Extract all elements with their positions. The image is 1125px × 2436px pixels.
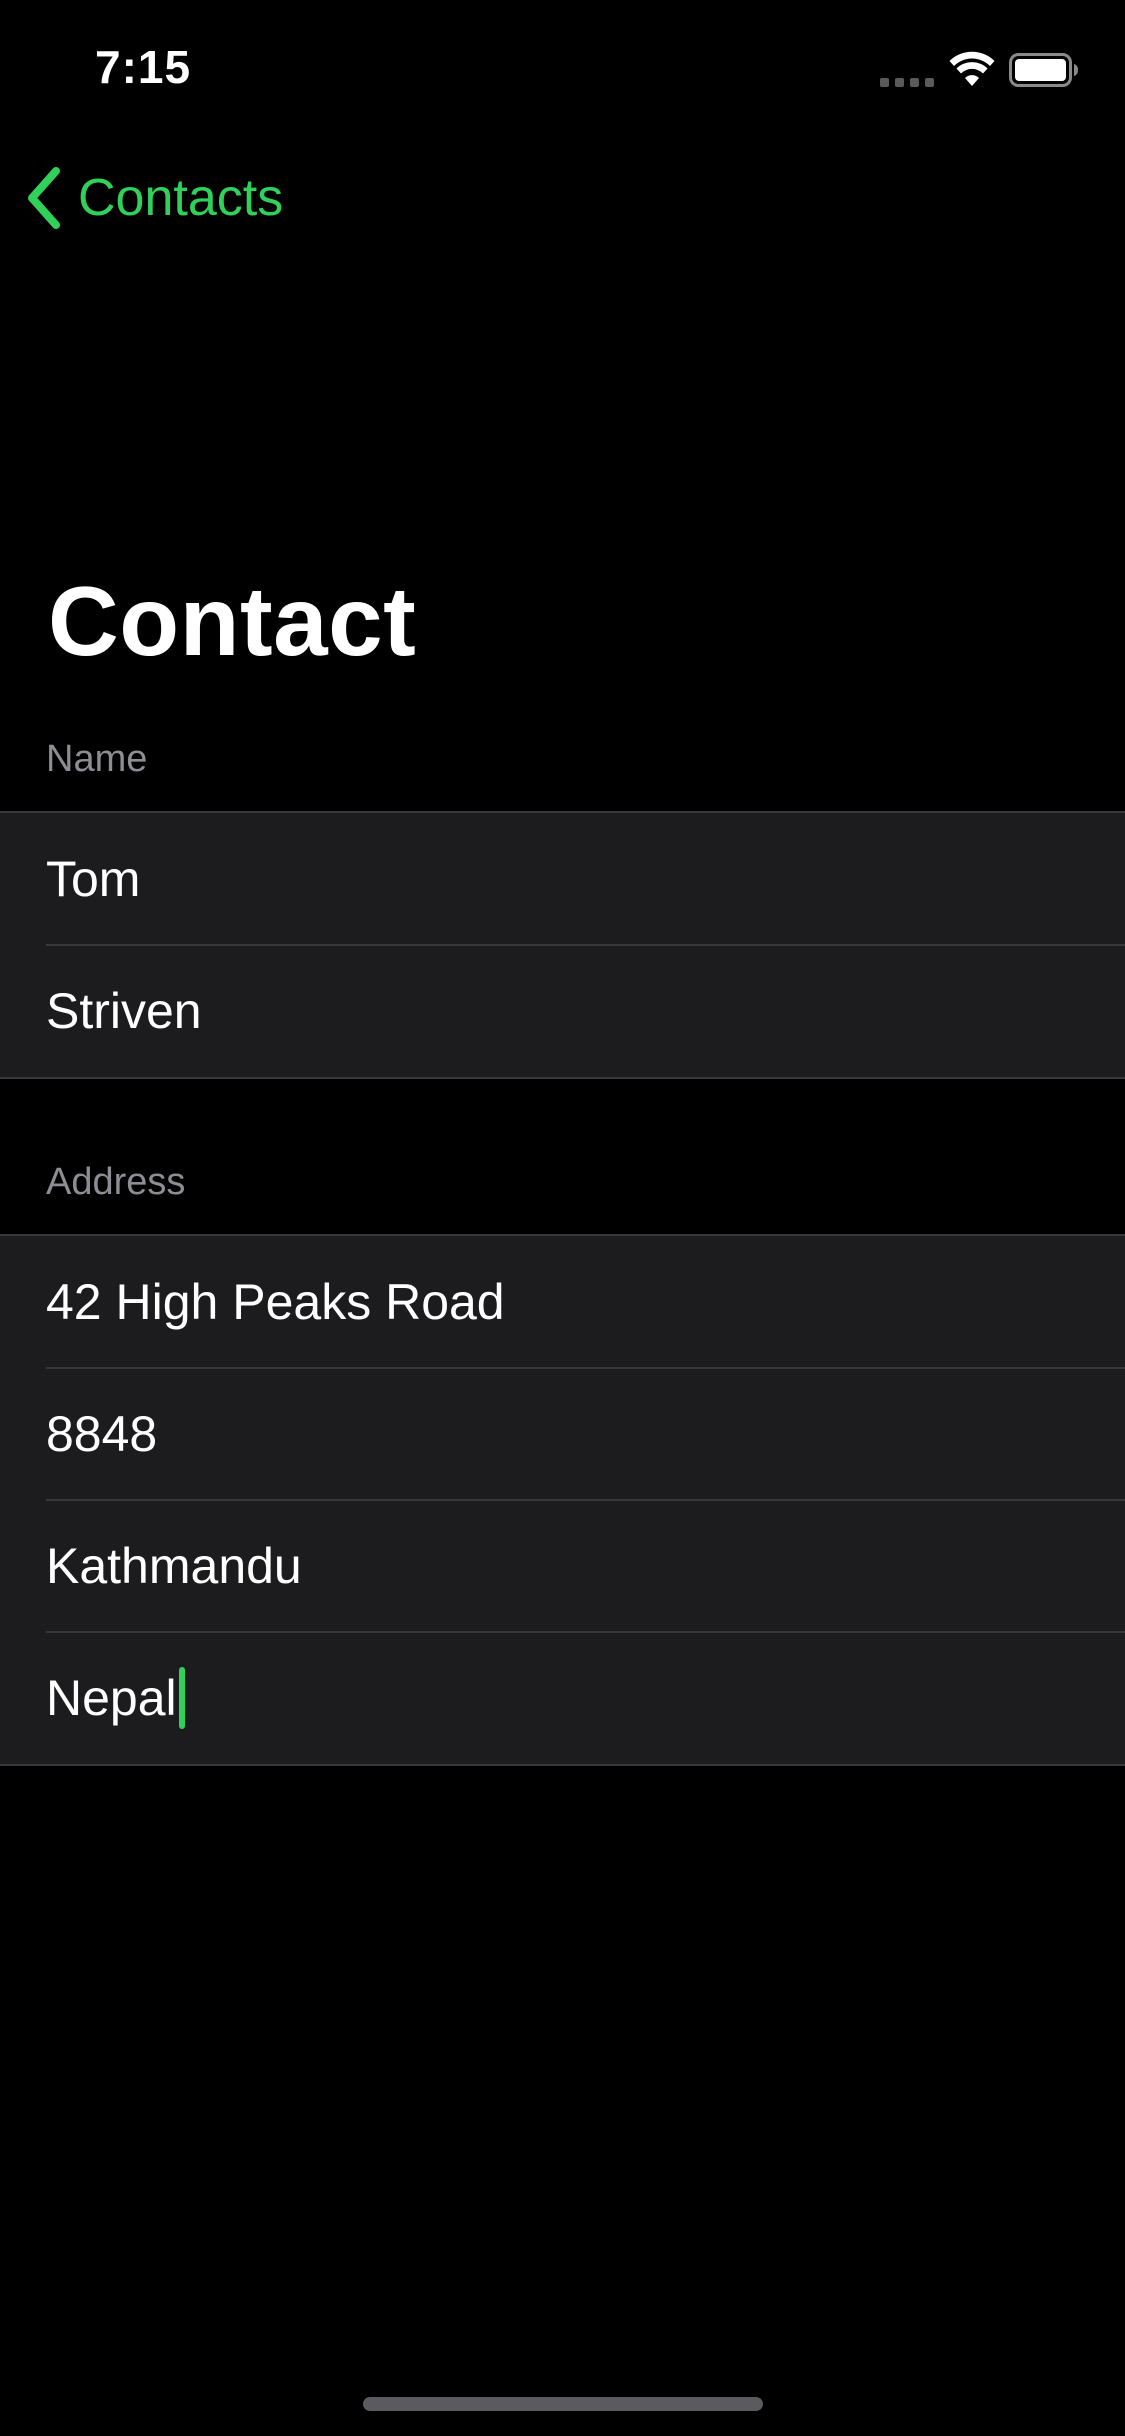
chevron-left-icon	[28, 167, 60, 229]
battery-icon	[1009, 53, 1078, 87]
wifi-icon	[949, 51, 995, 86]
cellular-signal-icon	[880, 75, 936, 87]
section-header-name: Name	[46, 738, 148, 780]
back-button[interactable]: Contacts	[24, 163, 283, 233]
city-field[interactable]: Kathmandu	[0, 1499, 1125, 1632]
postal-code-field[interactable]: 8848	[0, 1367, 1125, 1500]
status-bar: 7:15	[0, 0, 1125, 140]
name-fields-group: Tom Striven	[0, 811, 1125, 1079]
last-name-field[interactable]: Striven	[0, 944, 1125, 1077]
section-header-address: Address	[46, 1161, 186, 1203]
home-indicator[interactable]	[363, 2397, 763, 2411]
back-button-label: Contacts	[78, 169, 284, 227]
address-fields-group: 42 High Peaks Road 8848 Kathmandu Nepal	[0, 1234, 1125, 1766]
status-time: 7:15	[95, 41, 192, 93]
first-name-field[interactable]: Tom	[0, 813, 1125, 945]
page-title: Contact	[48, 566, 417, 676]
country-field-value: Nepal	[46, 1670, 177, 1726]
country-field[interactable]: Nepal	[0, 1631, 1125, 1764]
text-cursor	[178, 1667, 185, 1729]
street-field[interactable]: 42 High Peaks Road	[0, 1236, 1125, 1368]
